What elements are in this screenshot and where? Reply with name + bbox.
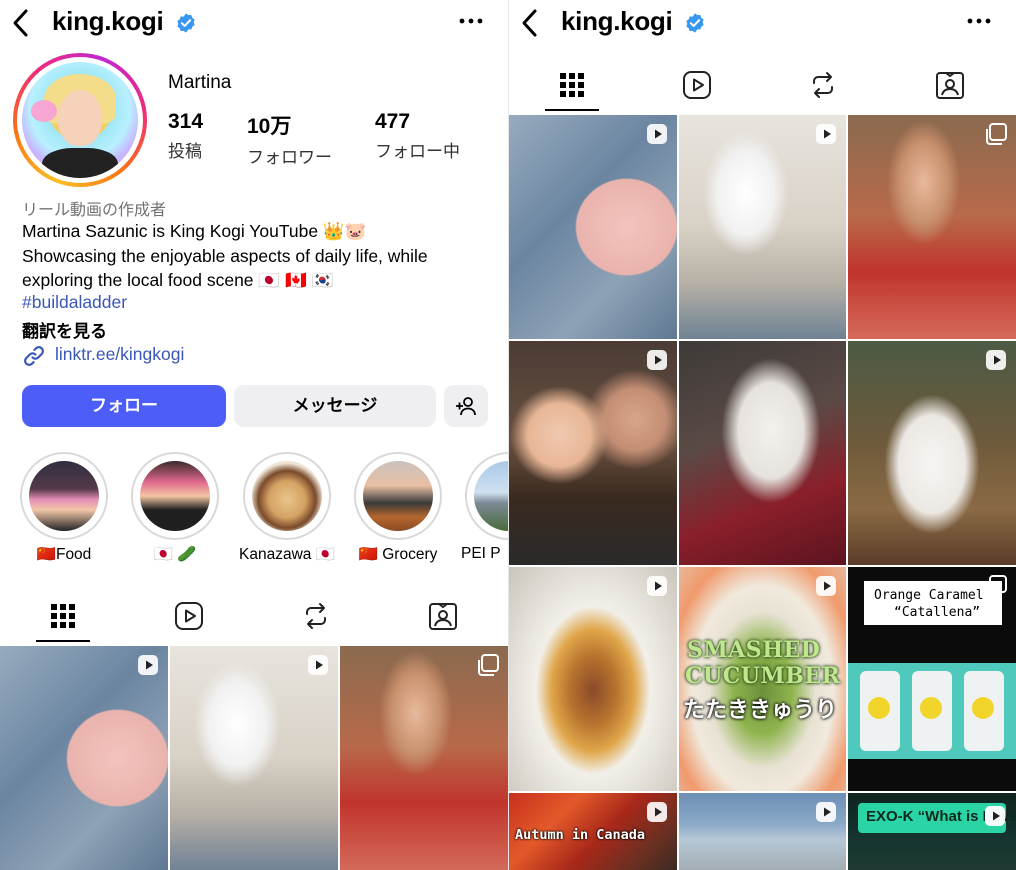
suggest-people-button[interactable] xyxy=(444,385,488,427)
more-options-icon[interactable] xyxy=(966,14,992,28)
verified-badge-icon xyxy=(686,13,704,33)
active-tab-indicator xyxy=(36,640,90,642)
profile-link-text: linktr.ee/kingkogi xyxy=(55,344,185,364)
overlay-text: “Catallena” xyxy=(894,605,981,620)
see-translation-link[interactable]: 翻訳を見る xyxy=(22,317,107,342)
bio-line: Showcasing the enjoyable aspects of dail… xyxy=(22,245,428,266)
overlay-text: Orange Caramel xyxy=(874,588,984,603)
grid-post[interactable]: Autumn in Canada xyxy=(509,793,677,870)
link-icon xyxy=(24,346,44,366)
profile-tabs xyxy=(509,59,1016,111)
grid-post[interactable] xyxy=(509,567,677,791)
repost-icon xyxy=(813,72,833,98)
highlight-label: PEI P xyxy=(461,545,501,562)
grid-post[interactable] xyxy=(679,341,846,565)
grid-post[interactable] xyxy=(848,115,1016,339)
stat-posts[interactable]: 314 投稿 xyxy=(168,110,203,162)
grid-post[interactable] xyxy=(170,646,338,870)
highlight-label: 🇨🇳Food xyxy=(36,546,92,563)
grid-icon xyxy=(51,604,75,628)
grid-post[interactable] xyxy=(340,646,508,870)
bio-line: exploring the local food scene 🇯🇵 🇨🇦 🇰🇷 xyxy=(22,270,334,290)
profile-tabs xyxy=(0,590,508,642)
grid-post[interactable] xyxy=(679,115,846,339)
top-bar: king.kogi xyxy=(509,0,1016,46)
grid-panel: king.kogi SMASHED CUCUMBER たたききゅうり Orang… xyxy=(509,0,1016,870)
tab-reels[interactable] xyxy=(162,590,216,642)
reels-icon xyxy=(683,71,711,99)
reel-badge-icon xyxy=(985,806,1005,826)
verified-badge-icon xyxy=(177,13,195,33)
reel-badge-icon xyxy=(308,655,328,675)
highlight-label: Kanazawa 🇯🇵 xyxy=(239,546,335,563)
grid-post[interactable] xyxy=(848,341,1016,565)
overlay-text: Autumn in Canada xyxy=(515,827,646,843)
highlight-label: 🇨🇳 Grocery xyxy=(358,546,438,563)
top-bar: king.kogi xyxy=(0,0,508,46)
post-grid xyxy=(0,646,508,870)
profile-avatar[interactable] xyxy=(13,53,147,187)
reel-badge-icon xyxy=(816,124,836,144)
tagged-icon xyxy=(429,603,457,630)
tab-grid[interactable] xyxy=(545,59,599,111)
grid-icon xyxy=(560,73,584,97)
bio-line: Martina Sazunic is King Kogi YouTube 👑🐷 xyxy=(22,221,367,241)
stat-followers-value: 10万 xyxy=(247,115,292,138)
reel-badge-icon xyxy=(647,350,667,370)
grid-post[interactable] xyxy=(509,115,677,339)
active-tab-indicator xyxy=(545,109,599,111)
tab-tagged[interactable] xyxy=(923,59,977,111)
grid-post[interactable] xyxy=(0,646,168,870)
grid-post[interactable]: EXO-K “What is Love” xyxy=(848,793,1016,870)
reel-badge-icon xyxy=(647,576,667,596)
carousel-badge-icon xyxy=(478,654,499,676)
username-title: king.kogi xyxy=(561,6,673,36)
username-title: king.kogi xyxy=(52,6,164,36)
profile-panel: king.kogi Martina 314 投稿 10万 フォロワー 477 フ… xyxy=(0,0,508,870)
reel-badge-icon xyxy=(647,124,667,144)
back-arrow-icon[interactable] xyxy=(519,8,541,38)
stat-followers-label: フォロワー xyxy=(247,148,332,167)
post-grid: SMASHED CUCUMBER たたききゅうり Orange Caramel … xyxy=(509,115,1016,870)
repost-icon xyxy=(306,603,326,629)
reel-badge-icon xyxy=(816,802,836,822)
carousel-badge-icon xyxy=(986,123,1007,145)
stat-following-label: フォロー中 xyxy=(375,142,460,161)
bio: Martina Sazunic is King Kogi YouTube 👑🐷 … xyxy=(22,219,502,293)
highlight-label: 🇯🇵 🥒 xyxy=(153,546,197,563)
tab-reposts[interactable] xyxy=(289,590,343,642)
stat-posts-value: 314 xyxy=(168,110,204,133)
tab-tagged[interactable] xyxy=(416,590,470,642)
tagged-icon xyxy=(936,72,964,99)
grid-post[interactable] xyxy=(509,341,677,565)
add-person-icon xyxy=(456,397,476,416)
bio-hashtag[interactable]: #buildaladder xyxy=(22,292,127,313)
reel-badge-icon xyxy=(986,350,1006,370)
stat-followers[interactable]: 10万 フォロワー xyxy=(247,110,332,168)
stat-following[interactable]: 477 フォロー中 xyxy=(375,110,460,162)
avatar-photo xyxy=(22,62,138,178)
reel-badge-icon xyxy=(816,576,836,596)
follow-button[interactable]: フォロー xyxy=(22,385,226,427)
tab-reels[interactable] xyxy=(670,59,724,111)
tab-reposts[interactable] xyxy=(796,59,850,111)
grid-post[interactable]: Orange Caramel “Catallena” xyxy=(848,567,1016,791)
message-button[interactable]: メッセージ xyxy=(234,385,436,427)
overlay-text: たたききゅうり xyxy=(683,697,838,722)
reels-icon xyxy=(175,602,203,630)
grid-post[interactable]: SMASHED CUCUMBER たたききゅうり xyxy=(679,567,846,791)
reel-badge-icon xyxy=(647,802,667,822)
overlay-text: SMASHED xyxy=(687,637,821,663)
reel-badge-icon xyxy=(138,655,158,675)
profile-category: リール動画の作成者 xyxy=(22,202,167,219)
display-name: Martina xyxy=(168,72,232,93)
overlay-text: CUCUMBER xyxy=(685,663,841,689)
stat-following-value: 477 xyxy=(375,110,411,133)
more-options-icon[interactable] xyxy=(458,14,484,28)
back-arrow-icon[interactable] xyxy=(10,8,32,38)
grid-post[interactable] xyxy=(679,793,846,870)
stat-posts-label: 投稿 xyxy=(168,142,202,161)
tab-grid[interactable] xyxy=(36,590,90,642)
